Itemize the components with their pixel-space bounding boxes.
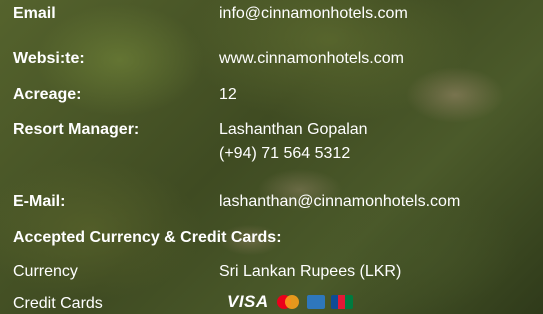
manager-email-link[interactable]: lashanthan@cinnamonhotels.com [219, 192, 460, 212]
email-label: Email [13, 5, 56, 22]
mastercard-icon [275, 294, 301, 310]
payment-heading: Accepted Currency & Credit Cards: [13, 229, 282, 246]
credit-card-logos: VISA [227, 292, 353, 312]
resort-info-panel: { "info": { "email_label": "Email", "ema… [0, 0, 543, 314]
manager-email-label: E-Mail: [13, 193, 66, 210]
currency-label: Currency [13, 263, 78, 280]
amex-icon [306, 295, 325, 309]
credit-cards-label: Credit Cards [13, 295, 103, 312]
jcb-icon [330, 295, 353, 309]
website-label: Websi:te: [13, 50, 85, 67]
currency-value: Sri Lankan Rupees (LKR) [219, 263, 402, 280]
website-link[interactable]: www.cinnamonhotels.com [219, 49, 404, 69]
resort-manager-label: Resort Manager: [13, 121, 140, 138]
visa-logo-icon: VISA [227, 292, 269, 311]
acreage-value: 12 [219, 86, 237, 103]
resort-manager-phone[interactable]: (+94) 71 564 5312 [219, 144, 350, 164]
email-link[interactable]: info@cinnamonhotels.com [219, 4, 408, 24]
acreage-label: Acreage: [13, 86, 82, 103]
resort-manager-name: Lashanthan Gopalan [219, 121, 368, 138]
